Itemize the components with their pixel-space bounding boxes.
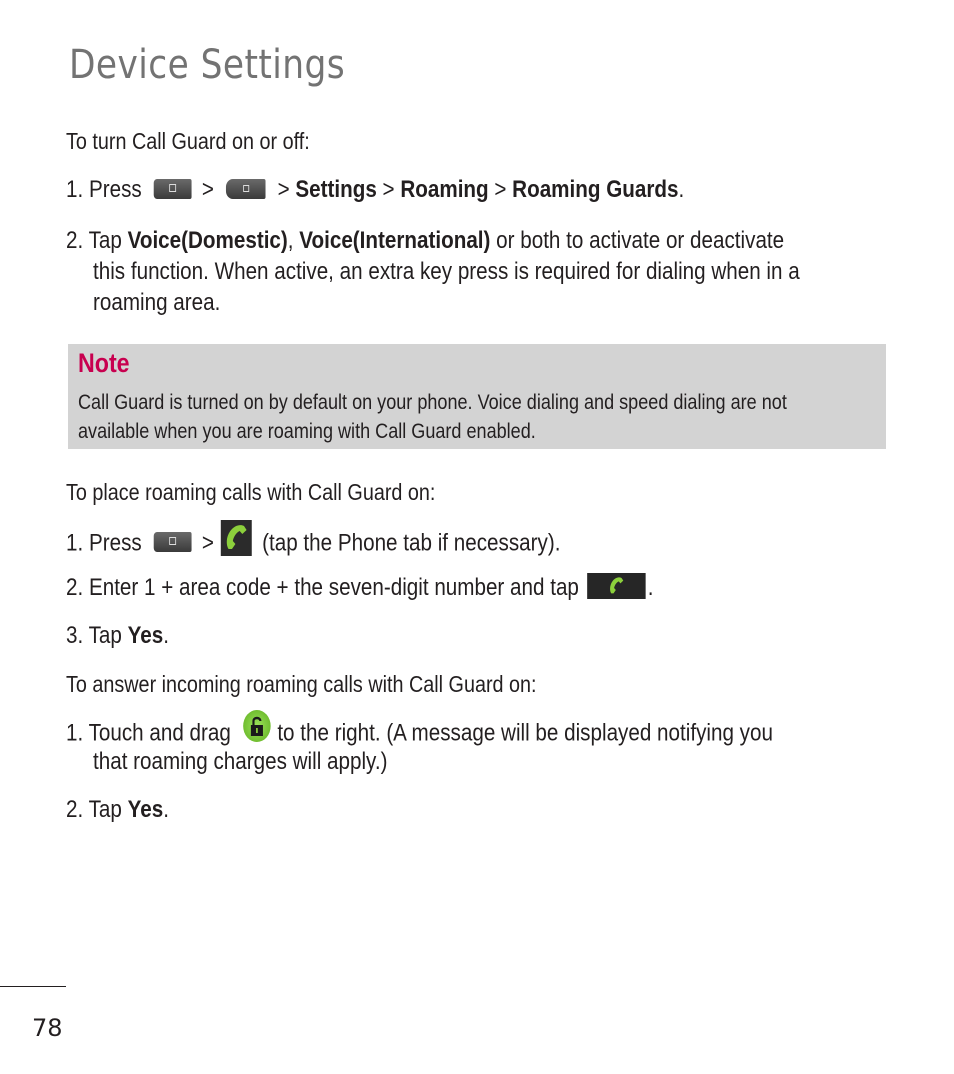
phone-app-icon — [220, 520, 252, 556]
home-key-icon — [153, 178, 192, 199]
footer-rule — [0, 986, 66, 987]
section1-step2: 2. Tap Voice(Domestic), Voice(Internatio… — [66, 227, 784, 255]
step-prefix: 2. Tap — [66, 796, 122, 823]
separator: > — [201, 176, 214, 203]
step-text: (tap the Phone tab if necessary). — [262, 529, 561, 557]
separator: > — [277, 176, 290, 203]
section-heading-answer-roaming-calls: To answer incoming roaming calls with Ca… — [66, 671, 537, 697]
separator: > — [494, 176, 507, 203]
separator: > — [382, 176, 395, 203]
step-text: to the right. (A message will be display… — [277, 719, 773, 747]
page-title: Device Settings — [69, 42, 346, 88]
note-title: Note — [78, 348, 130, 378]
page-number: 78 — [32, 1014, 63, 1042]
step-prefix: 1. Touch and drag — [66, 719, 231, 747]
section1-step2-line3: roaming area. — [93, 289, 221, 316]
section3-step1: 1. Touch and drag to the right. (A messa… — [66, 710, 773, 750]
unlock-icon — [242, 710, 271, 742]
step-prefix: 2. Tap — [66, 227, 122, 254]
section1-step2-line2: this function. When active, an extra key… — [93, 258, 800, 285]
call-button-icon — [587, 572, 646, 599]
note-line: Call Guard is turned on by default on yo… — [78, 391, 787, 414]
menu-path-roaming: Roaming — [400, 176, 489, 203]
period: . — [647, 574, 654, 601]
step-text: 2. Enter 1 + area code + the seven-digit… — [66, 574, 579, 601]
option-voice-international: Voice(International) — [299, 227, 491, 254]
menu-path-settings: Settings — [295, 176, 377, 203]
section3-step2: 2. Tap Yes. — [66, 796, 169, 824]
section-heading-turn-call-guard: To turn Call Guard on or off: — [66, 128, 310, 154]
period: . — [163, 622, 169, 649]
section3-step1-line2: that roaming charges will apply.) — [93, 748, 388, 775]
note-line: available when you are roaming with Call… — [78, 420, 536, 443]
menu-key-icon — [226, 178, 266, 199]
section-heading-place-roaming-calls: To place roaming calls with Call Guard o… — [66, 479, 436, 505]
menu-path-roaming-guards: Roaming Guards — [512, 176, 679, 203]
section1-step1: 1. Press > > Settings > Roaming > Roaming … — [66, 176, 684, 204]
note-text: Call Guard is turned on by default on yo… — [78, 388, 886, 446]
home-key-icon — [153, 532, 192, 552]
period: . — [163, 796, 169, 823]
option-voice-domestic: Voice(Domestic) — [127, 227, 288, 254]
separator: > — [201, 529, 214, 557]
option-yes: Yes — [127, 622, 164, 649]
step-prefix: 1. Press — [66, 529, 142, 557]
section2-step2: 2. Enter 1 + area code + the seven-digit… — [66, 572, 654, 602]
section2-step3: 3. Tap Yes. — [66, 622, 169, 650]
step-prefix: 3. Tap — [66, 622, 122, 649]
comma: , — [287, 227, 294, 254]
section2-step1: 1. Press > (tap the Phone tab if necessar… — [66, 520, 561, 562]
step-prefix: 1. Press — [66, 176, 142, 203]
note-box: Note Call Guard is turned on by default … — [68, 344, 886, 449]
period: . — [678, 176, 685, 203]
option-yes: Yes — [127, 796, 164, 823]
step-text: or both to activate or deactivate — [496, 227, 785, 254]
